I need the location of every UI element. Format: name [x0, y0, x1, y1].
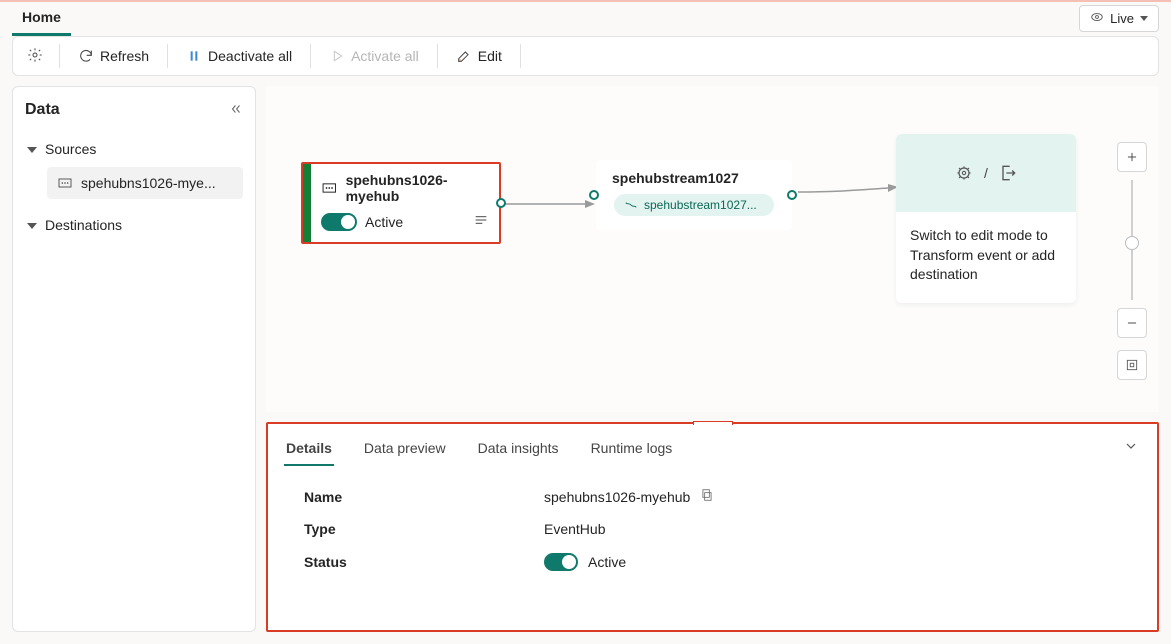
- tab-data-preview[interactable]: Data preview: [362, 434, 448, 466]
- side-panel-title: Data: [25, 101, 60, 119]
- collapse-details-button[interactable]: [1123, 438, 1139, 457]
- gear-icon: [27, 47, 43, 63]
- node-source[interactable]: spehubns1026-myehub Active: [301, 162, 501, 244]
- chevron-down-icon: [1123, 438, 1139, 454]
- eye-icon: [1090, 10, 1104, 27]
- destination-exit-icon: [998, 163, 1018, 183]
- edge-source-to-stream: [503, 199, 595, 209]
- deactivate-all-button[interactable]: Deactivate all: [178, 44, 300, 68]
- node-input-port[interactable]: [589, 190, 599, 200]
- node-menu-button[interactable]: [473, 212, 489, 231]
- sources-label: Sources: [45, 141, 96, 157]
- play-icon: [329, 48, 345, 64]
- zoom-controls: [1117, 142, 1147, 388]
- zoom-out-button[interactable]: [1117, 308, 1147, 338]
- status-label: Status: [304, 554, 544, 570]
- node-destination[interactable]: / Switch to edit mode to Transform event…: [896, 134, 1076, 303]
- refresh-button[interactable]: Refresh: [70, 44, 157, 68]
- tab-home[interactable]: Home: [12, 3, 71, 36]
- node-output-port[interactable]: [496, 198, 506, 208]
- activate-all-button: Activate all: [321, 44, 427, 68]
- live-mode-selector[interactable]: Live: [1079, 5, 1159, 32]
- zoom-slider-track[interactable]: [1131, 180, 1133, 300]
- minus-icon: [1125, 316, 1139, 330]
- source-item-label: spehubns1026-mye...: [81, 175, 216, 191]
- separator: [59, 44, 60, 68]
- zoom-fit-button[interactable]: [1117, 350, 1147, 380]
- status-value: Active: [588, 554, 626, 570]
- stream-pill-label: spehubstream1027...: [644, 198, 757, 212]
- stream-pill[interactable]: spehubstream1027...: [614, 194, 774, 216]
- node-stream-title: spehubstream1027: [608, 170, 780, 186]
- deactivate-all-label: Deactivate all: [208, 48, 292, 64]
- data-side-panel: Data Sources spehubns1026-mye... Destina…: [12, 86, 256, 632]
- caret-down-icon: [27, 223, 37, 229]
- edit-button[interactable]: Edit: [448, 44, 510, 68]
- stream-icon: [624, 198, 638, 212]
- type-label: Type: [304, 521, 544, 537]
- separator: [167, 44, 168, 68]
- zoom-in-button[interactable]: [1117, 142, 1147, 172]
- edit-icon: [456, 48, 472, 64]
- tab-data-insights[interactable]: Data insights: [476, 434, 561, 466]
- copy-icon: [700, 488, 714, 502]
- status-toggle[interactable]: [544, 553, 578, 571]
- chevrons-left-icon: [229, 102, 243, 116]
- node-output-port[interactable]: [787, 190, 797, 200]
- zoom-slider-handle[interactable]: [1125, 236, 1139, 250]
- plus-icon: [1125, 150, 1139, 164]
- name-label: Name: [304, 489, 544, 505]
- node-source-title: spehubns1026-myehub: [346, 172, 489, 204]
- destinations-group[interactable]: Destinations: [25, 211, 243, 239]
- sources-group[interactable]: Sources: [25, 135, 243, 163]
- destination-placeholder-message: Switch to edit mode to Transform event o…: [896, 212, 1076, 303]
- edit-label: Edit: [478, 48, 502, 64]
- live-mode-label: Live: [1110, 11, 1134, 26]
- transform-gear-icon: [954, 163, 974, 183]
- source-item[interactable]: spehubns1026-mye...: [47, 167, 243, 199]
- fit-screen-icon: [1125, 358, 1139, 372]
- refresh-icon: [78, 48, 94, 64]
- eventhub-icon: [57, 175, 73, 191]
- source-active-toggle[interactable]: [321, 213, 357, 231]
- refresh-label: Refresh: [100, 48, 149, 64]
- edge-stream-to-dest: [798, 182, 898, 202]
- collapse-panel-button[interactable]: [229, 102, 243, 119]
- tab-bar: Home Live: [0, 2, 1171, 36]
- details-panel: Details Data preview Data insights Runti…: [266, 422, 1159, 632]
- separator: [310, 44, 311, 68]
- pause-icon: [186, 48, 202, 64]
- slash-label: /: [984, 165, 988, 181]
- activate-all-label: Activate all: [351, 48, 419, 64]
- eventhub-icon: [321, 179, 338, 197]
- copy-name-button[interactable]: [700, 488, 714, 505]
- separator: [437, 44, 438, 68]
- settings-button[interactable]: [21, 43, 49, 70]
- toolbar: Refresh Deactivate all Activate all Edit: [12, 36, 1159, 76]
- separator: [520, 44, 521, 68]
- node-stream[interactable]: spehubstream1027 spehubstream1027...: [596, 160, 792, 230]
- source-status-label: Active: [365, 214, 403, 230]
- tab-runtime-logs[interactable]: Runtime logs: [589, 434, 675, 466]
- type-value: EventHub: [544, 521, 605, 537]
- pipeline-canvas[interactable]: spehubns1026-myehub Active spehubstream1…: [266, 86, 1159, 412]
- tab-details[interactable]: Details: [284, 434, 334, 466]
- name-value: spehubns1026-myehub: [544, 489, 690, 505]
- chevron-down-icon: [1140, 16, 1148, 21]
- caret-down-icon: [27, 147, 37, 153]
- destinations-label: Destinations: [45, 217, 122, 233]
- menu-lines-icon: [473, 212, 489, 228]
- resize-handle[interactable]: [693, 421, 733, 425]
- details-tabs: Details Data preview Data insights Runti…: [284, 434, 1141, 466]
- destination-placeholder-header: /: [896, 134, 1076, 212]
